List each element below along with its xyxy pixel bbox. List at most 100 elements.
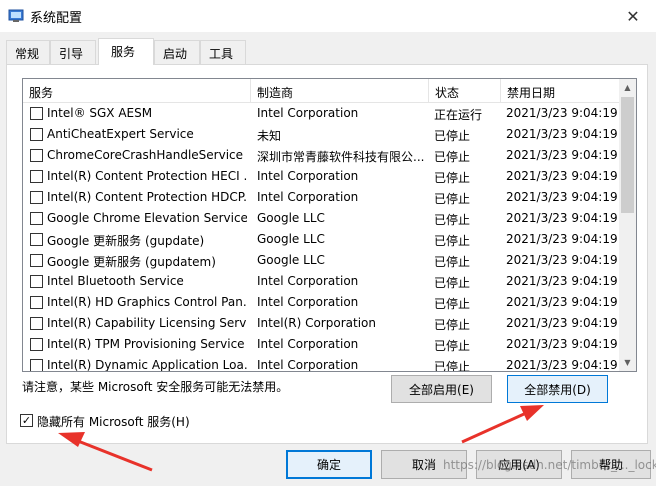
- service-checkbox[interactable]: [30, 212, 43, 225]
- service-name: AntiCheatExpert Service: [47, 127, 194, 141]
- close-icon: ✕: [626, 6, 640, 26]
- table-row[interactable]: Google Chrome Elevation Service Google LL…: [23, 208, 620, 229]
- service-status: 已停止: [434, 297, 471, 311]
- service-disable-date: 2021/3/23 9:04:19: [506, 169, 618, 183]
- table-row[interactable]: AntiCheatExpert Service 未知 已停止 2021/3/23 9:…: [23, 124, 620, 145]
- service-name: Google 更新服务 (gupdate): [47, 234, 205, 248]
- table-row[interactable]: Intel(R) Dynamic Application Loa... Intel…: [23, 355, 620, 372]
- checkbox-box[interactable]: ✓: [20, 414, 33, 427]
- tab-general[interactable]: 常规: [6, 40, 50, 64]
- service-checkbox[interactable]: [30, 128, 43, 141]
- table-row[interactable]: Intel(R) TPM Provisioning Service Intel C…: [23, 334, 620, 355]
- service-checkbox[interactable]: [30, 149, 43, 162]
- table-row[interactable]: Google 更新服务 (gupdate) Google LLC 已停止 2021/3…: [23, 229, 620, 250]
- service-checkbox[interactable]: [30, 275, 43, 288]
- service-disable-date: 2021/3/23 9:04:19: [506, 232, 618, 246]
- watermark-text: https://blog.csdn.net/timber_..._lock: [443, 458, 656, 472]
- table-row[interactable]: Intel(R) Capability Licensing Servi... In…: [23, 313, 620, 334]
- service-name: ChromeCoreCrashHandleService: [47, 148, 244, 162]
- service-status: 已停止: [434, 339, 471, 353]
- table-row[interactable]: Intel Bluetooth Service Intel Corporation…: [23, 271, 620, 292]
- column-header-manufacturer[interactable]: 制造商: [251, 79, 429, 103]
- tab-tools[interactable]: 工具: [200, 40, 246, 64]
- close-button[interactable]: ✕: [610, 0, 656, 32]
- table-row[interactable]: Intel(R) Content Protection HECI ... Inte…: [23, 166, 620, 187]
- service-status: 已停止: [434, 129, 471, 143]
- service-manufacturer: Intel Corporation: [257, 337, 359, 351]
- enable-all-button[interactable]: 全部启用(E): [391, 375, 492, 403]
- service-name: Intel(R) TPM Provisioning Service: [47, 337, 245, 351]
- service-status: 已停止: [434, 192, 471, 206]
- table-row[interactable]: Intel® SGX AESM Intel Corporation 正在运行 2021…: [23, 103, 620, 124]
- service-manufacturer: Google LLC: [257, 232, 325, 246]
- service-status: 已停止: [434, 360, 471, 372]
- service-checkbox[interactable]: [30, 317, 43, 330]
- service-checkbox[interactable]: [30, 107, 43, 120]
- service-disable-date: 2021/3/23 9:04:19: [506, 316, 618, 330]
- service-manufacturer: Intel(R) Corporation: [257, 316, 376, 330]
- service-name: Google Chrome Elevation Service: [47, 211, 247, 225]
- service-status: 已停止: [434, 255, 471, 269]
- service-disable-date: 2021/3/23 9:04:19: [506, 253, 618, 267]
- service-checkbox[interactable]: [30, 359, 43, 371]
- service-name: Google 更新服务 (gupdatem): [47, 255, 216, 269]
- service-name: Intel(R) HD Graphics Control Pan...: [47, 295, 247, 309]
- system-config-icon: [8, 9, 24, 22]
- service-checkbox[interactable]: [30, 170, 43, 183]
- service-status: 已停止: [434, 150, 471, 164]
- service-status: 已停止: [434, 213, 471, 227]
- service-status: 已停止: [434, 276, 471, 290]
- service-name: Intel Bluetooth Service: [47, 274, 184, 288]
- service-name: Intel(R) Dynamic Application Loa...: [47, 358, 247, 372]
- service-manufacturer: Google LLC: [257, 253, 325, 267]
- service-name: Intel® SGX AESM: [47, 106, 153, 120]
- table-row[interactable]: ChromeCoreCrashHandleService 深圳市常青藤软件科技有限…: [23, 145, 620, 166]
- service-manufacturer: Intel Corporation: [257, 106, 359, 120]
- service-manufacturer: 深圳市常青藤软件科技有限公...: [257, 150, 425, 164]
- service-disable-date: 2021/3/23 9:04:19: [506, 127, 618, 141]
- service-checkbox[interactable]: [30, 233, 43, 246]
- tab-boot[interactable]: 引导: [50, 40, 96, 64]
- disable-all-button[interactable]: 全部禁用(D): [507, 375, 608, 403]
- service-checkbox[interactable]: [30, 296, 43, 309]
- tab-startup[interactable]: 启动: [154, 40, 200, 64]
- service-manufacturer: Intel Corporation: [257, 190, 359, 204]
- service-manufacturer: Intel Corporation: [257, 295, 359, 309]
- service-manufacturer: Intel Corporation: [257, 274, 359, 288]
- service-disable-date: 2021/3/23 9:04:19: [506, 337, 618, 351]
- service-status: 已停止: [434, 318, 471, 332]
- service-disable-date: 2021/3/23 9:04:19: [506, 211, 618, 225]
- vertical-scrollbar[interactable]: ▲ ▼: [619, 79, 636, 371]
- service-status: 正在运行: [434, 108, 483, 122]
- service-checkbox[interactable]: [30, 254, 43, 267]
- chevron-up-icon[interactable]: ▲: [619, 79, 636, 96]
- column-header-service[interactable]: 服务: [23, 79, 251, 103]
- scrollbar-thumb[interactable]: [621, 97, 634, 213]
- service-disable-date: 2021/3/23 9:04:19: [506, 274, 618, 288]
- service-name: Intel(R) Capability Licensing Servi...: [47, 316, 247, 330]
- service-name: Intel(R) Content Protection HECI ...: [47, 169, 247, 183]
- service-manufacturer: 未知: [257, 129, 282, 143]
- services-list[interactable]: 服务 制造商 状态 禁用日期 Intel® SGX AESM Intel Corp…: [22, 78, 637, 372]
- service-manufacturer: Intel Corporation: [257, 358, 359, 372]
- table-row[interactable]: Intel(R) HD Graphics Control Pan... Intel…: [23, 292, 620, 313]
- ok-button[interactable]: 确定: [286, 450, 372, 479]
- table-row[interactable]: Google 更新服务 (gupdatem) Google LLC 已停止 2021/…: [23, 250, 620, 271]
- chevron-down-icon[interactable]: ▼: [619, 354, 636, 371]
- column-header-disable-date[interactable]: 禁用日期: [501, 79, 620, 103]
- service-disable-date: 2021/3/23 9:04:19: [506, 358, 618, 372]
- tab-services[interactable]: 服务: [98, 38, 154, 65]
- service-status: 已停止: [434, 171, 471, 185]
- table-row[interactable]: Intel(R) Content Protection HDCP... Intel…: [23, 187, 620, 208]
- security-note: 请注意，某些 Microsoft 安全服务可能无法禁用。: [22, 380, 289, 394]
- list-header: 服务 制造商 状态 禁用日期: [23, 79, 620, 103]
- service-disable-date: 2021/3/23 9:04:19: [506, 148, 618, 162]
- service-checkbox[interactable]: [30, 191, 43, 204]
- hide-microsoft-services-label: 隐藏所有 Microsoft 服务(H): [37, 415, 190, 429]
- service-checkbox[interactable]: [30, 338, 43, 351]
- service-disable-date: 2021/3/23 9:04:19: [506, 190, 618, 204]
- service-disable-date: 2021/3/23 9:04:19: [506, 106, 618, 120]
- service-disable-date: 2021/3/23 9:04:19: [506, 295, 618, 309]
- service-status: 已停止: [434, 234, 471, 248]
- column-header-status[interactable]: 状态: [429, 79, 501, 103]
